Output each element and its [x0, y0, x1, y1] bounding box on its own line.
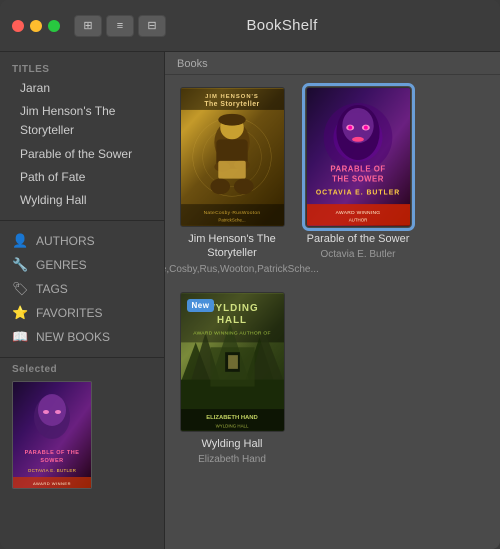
nav-tags-label: TAGS [36, 282, 68, 296]
book-area: Books [165, 52, 500, 549]
detail-icon: ⊟ [147, 19, 156, 32]
book-item-storyteller[interactable]: JIM HENSON'S The Storyteller NateCosby·R… [177, 87, 287, 276]
list-icon: ≡ [117, 20, 123, 32]
titlebar: ⊞ ≡ ⊟ BookShelf [0, 0, 500, 52]
storyteller-title: Jim Henson's The Storyteller [177, 232, 287, 261]
selected-book-art: PARABLE OF THE SOWER OCTAVIA E. BUTLER A… [13, 382, 91, 488]
book-cover-storyteller[interactable]: JIM HENSON'S The Storyteller NateCosby·R… [180, 87, 285, 227]
svg-text:THE SOWER: THE SOWER [332, 175, 384, 184]
svg-text:ELIZABETH HAND: ELIZABETH HAND [206, 414, 258, 420]
grid-view-button[interactable]: ⊞ [74, 15, 102, 37]
selected-label: Selected [12, 364, 152, 375]
svg-text:OCTAVIA E. BUTLER: OCTAVIA E. BUTLER [315, 189, 399, 196]
svg-text:PARABLE OF THE: PARABLE OF THE [25, 450, 80, 456]
svg-text:The Storyteller: The Storyteller [204, 101, 259, 108]
new-badge: New [187, 299, 215, 312]
selected-section: Selected [0, 357, 164, 549]
books-header: Books [165, 52, 500, 75]
sower-title: Parable of the Sower [307, 232, 410, 246]
nav-tags[interactable]: 🏷 TAGS [0, 277, 164, 301]
nav-favorites-label: FAVORITES [36, 306, 102, 320]
grid-icon: ⊞ [83, 19, 92, 32]
nav-authors[interactable]: 👤 AUTHORS [0, 229, 164, 253]
book-cover-sower[interactable]: PARABLE OF THE SOWER OCTAVIA E. BUTLER A… [306, 87, 411, 227]
sower-author: Octavia E. Butler [320, 248, 395, 261]
titles-header: TITLES [0, 60, 164, 77]
nav-new-books[interactable]: 📖 NEW BOOKS [0, 325, 164, 349]
svg-text:WYLDING HALL: WYLDING HALL [215, 423, 248, 428]
sidebar-item-sower[interactable]: Parable of the Sower [0, 143, 164, 166]
maximize-button[interactable] [48, 20, 60, 32]
svg-text:AWARD WINNER: AWARD WINNER [33, 481, 71, 486]
sidebar: TITLES Jaran Jim Henson's The Storytelle… [0, 52, 165, 549]
selected-book-thumbnail[interactable]: PARABLE OF THE SOWER OCTAVIA E. BUTLER A… [12, 381, 92, 489]
favorites-icon: ⭐ [12, 305, 28, 321]
wylding-cover-art: WYLDING HALL AWARD WINNING AUTHOR OF ELI… [181, 292, 284, 432]
storyteller-cover-art: JIM HENSON'S The Storyteller NateCosby·R… [181, 87, 284, 227]
svg-text:PatrickSche...: PatrickSche... [218, 218, 245, 223]
window-title: BookShelf [166, 17, 398, 34]
svg-text:AWARD WINNING: AWARD WINNING [335, 210, 380, 216]
book-grid: JIM HENSON'S The Storyteller NateCosby·R… [165, 75, 500, 549]
book-item-sower[interactable]: PARABLE OF THE SOWER OCTAVIA E. BUTLER A… [303, 87, 413, 276]
nav-section: 👤 AUTHORS 🔧 GENRES 🏷 TAGS ⭐ FAVORITES 📖 [0, 220, 164, 357]
svg-text:AUTHOR: AUTHOR [348, 218, 367, 223]
svg-text:AWARD WINNING AUTHOR OF: AWARD WINNING AUTHOR OF [193, 330, 271, 336]
main-content: TITLES Jaran Jim Henson's The Storytelle… [0, 52, 500, 549]
nav-genres[interactable]: 🔧 GENRES [0, 253, 164, 277]
tags-icon: 🏷 [12, 281, 28, 297]
nav-favorites[interactable]: ⭐ FAVORITES [0, 301, 164, 325]
traffic-lights [12, 20, 60, 32]
minimize-button[interactable] [30, 20, 42, 32]
titles-section: TITLES Jaran Jim Henson's The Storytelle… [0, 52, 164, 220]
list-view-button[interactable]: ≡ [106, 15, 134, 37]
sidebar-item-wylding-hall[interactable]: Wylding Hall [0, 189, 164, 212]
detail-view-button[interactable]: ⊟ [138, 15, 166, 37]
book-item-wylding[interactable]: New [177, 292, 287, 466]
nav-genres-label: GENRES [36, 258, 87, 272]
svg-text:JIM HENSON'S: JIM HENSON'S [205, 94, 259, 100]
svg-text:NateCosby·RusWooton: NateCosby·RusWooton [203, 210, 260, 216]
wylding-author: Elizabeth Hand [198, 453, 266, 466]
svg-text:PARABLE OF: PARABLE OF [330, 165, 385, 174]
authors-icon: 👤 [12, 233, 28, 249]
svg-text:OCTAVIA E. BUTLER: OCTAVIA E. BUTLER [28, 468, 77, 473]
sidebar-item-jaran[interactable]: Jaran [0, 77, 164, 100]
storyteller-author: Nate,Cosby,Rus,Wooton,PatrickSche... [165, 263, 319, 276]
nav-authors-label: AUTHORS [36, 234, 95, 248]
toolbar-icons: ⊞ ≡ ⊟ [74, 15, 166, 37]
sower-cover-art: PARABLE OF THE SOWER OCTAVIA E. BUTLER A… [307, 87, 410, 227]
close-button[interactable] [12, 20, 24, 32]
svg-text:SOWER: SOWER [40, 458, 63, 464]
new-books-icon: 📖 [12, 329, 28, 345]
nav-new-books-label: NEW BOOKS [36, 330, 110, 344]
genres-icon: 🔧 [12, 257, 28, 273]
sidebar-item-path-of-fate[interactable]: Path of Fate [0, 166, 164, 189]
sidebar-item-storyteller[interactable]: Jim Henson's The Storyteller [0, 100, 164, 142]
book-cover-wylding[interactable]: New [180, 292, 285, 432]
main-window: ⊞ ≡ ⊟ BookShelf TITLES Jaran Jim Henson'… [0, 0, 500, 549]
wylding-title: Wylding Hall [201, 437, 262, 451]
svg-text:HALL: HALL [216, 314, 246, 325]
